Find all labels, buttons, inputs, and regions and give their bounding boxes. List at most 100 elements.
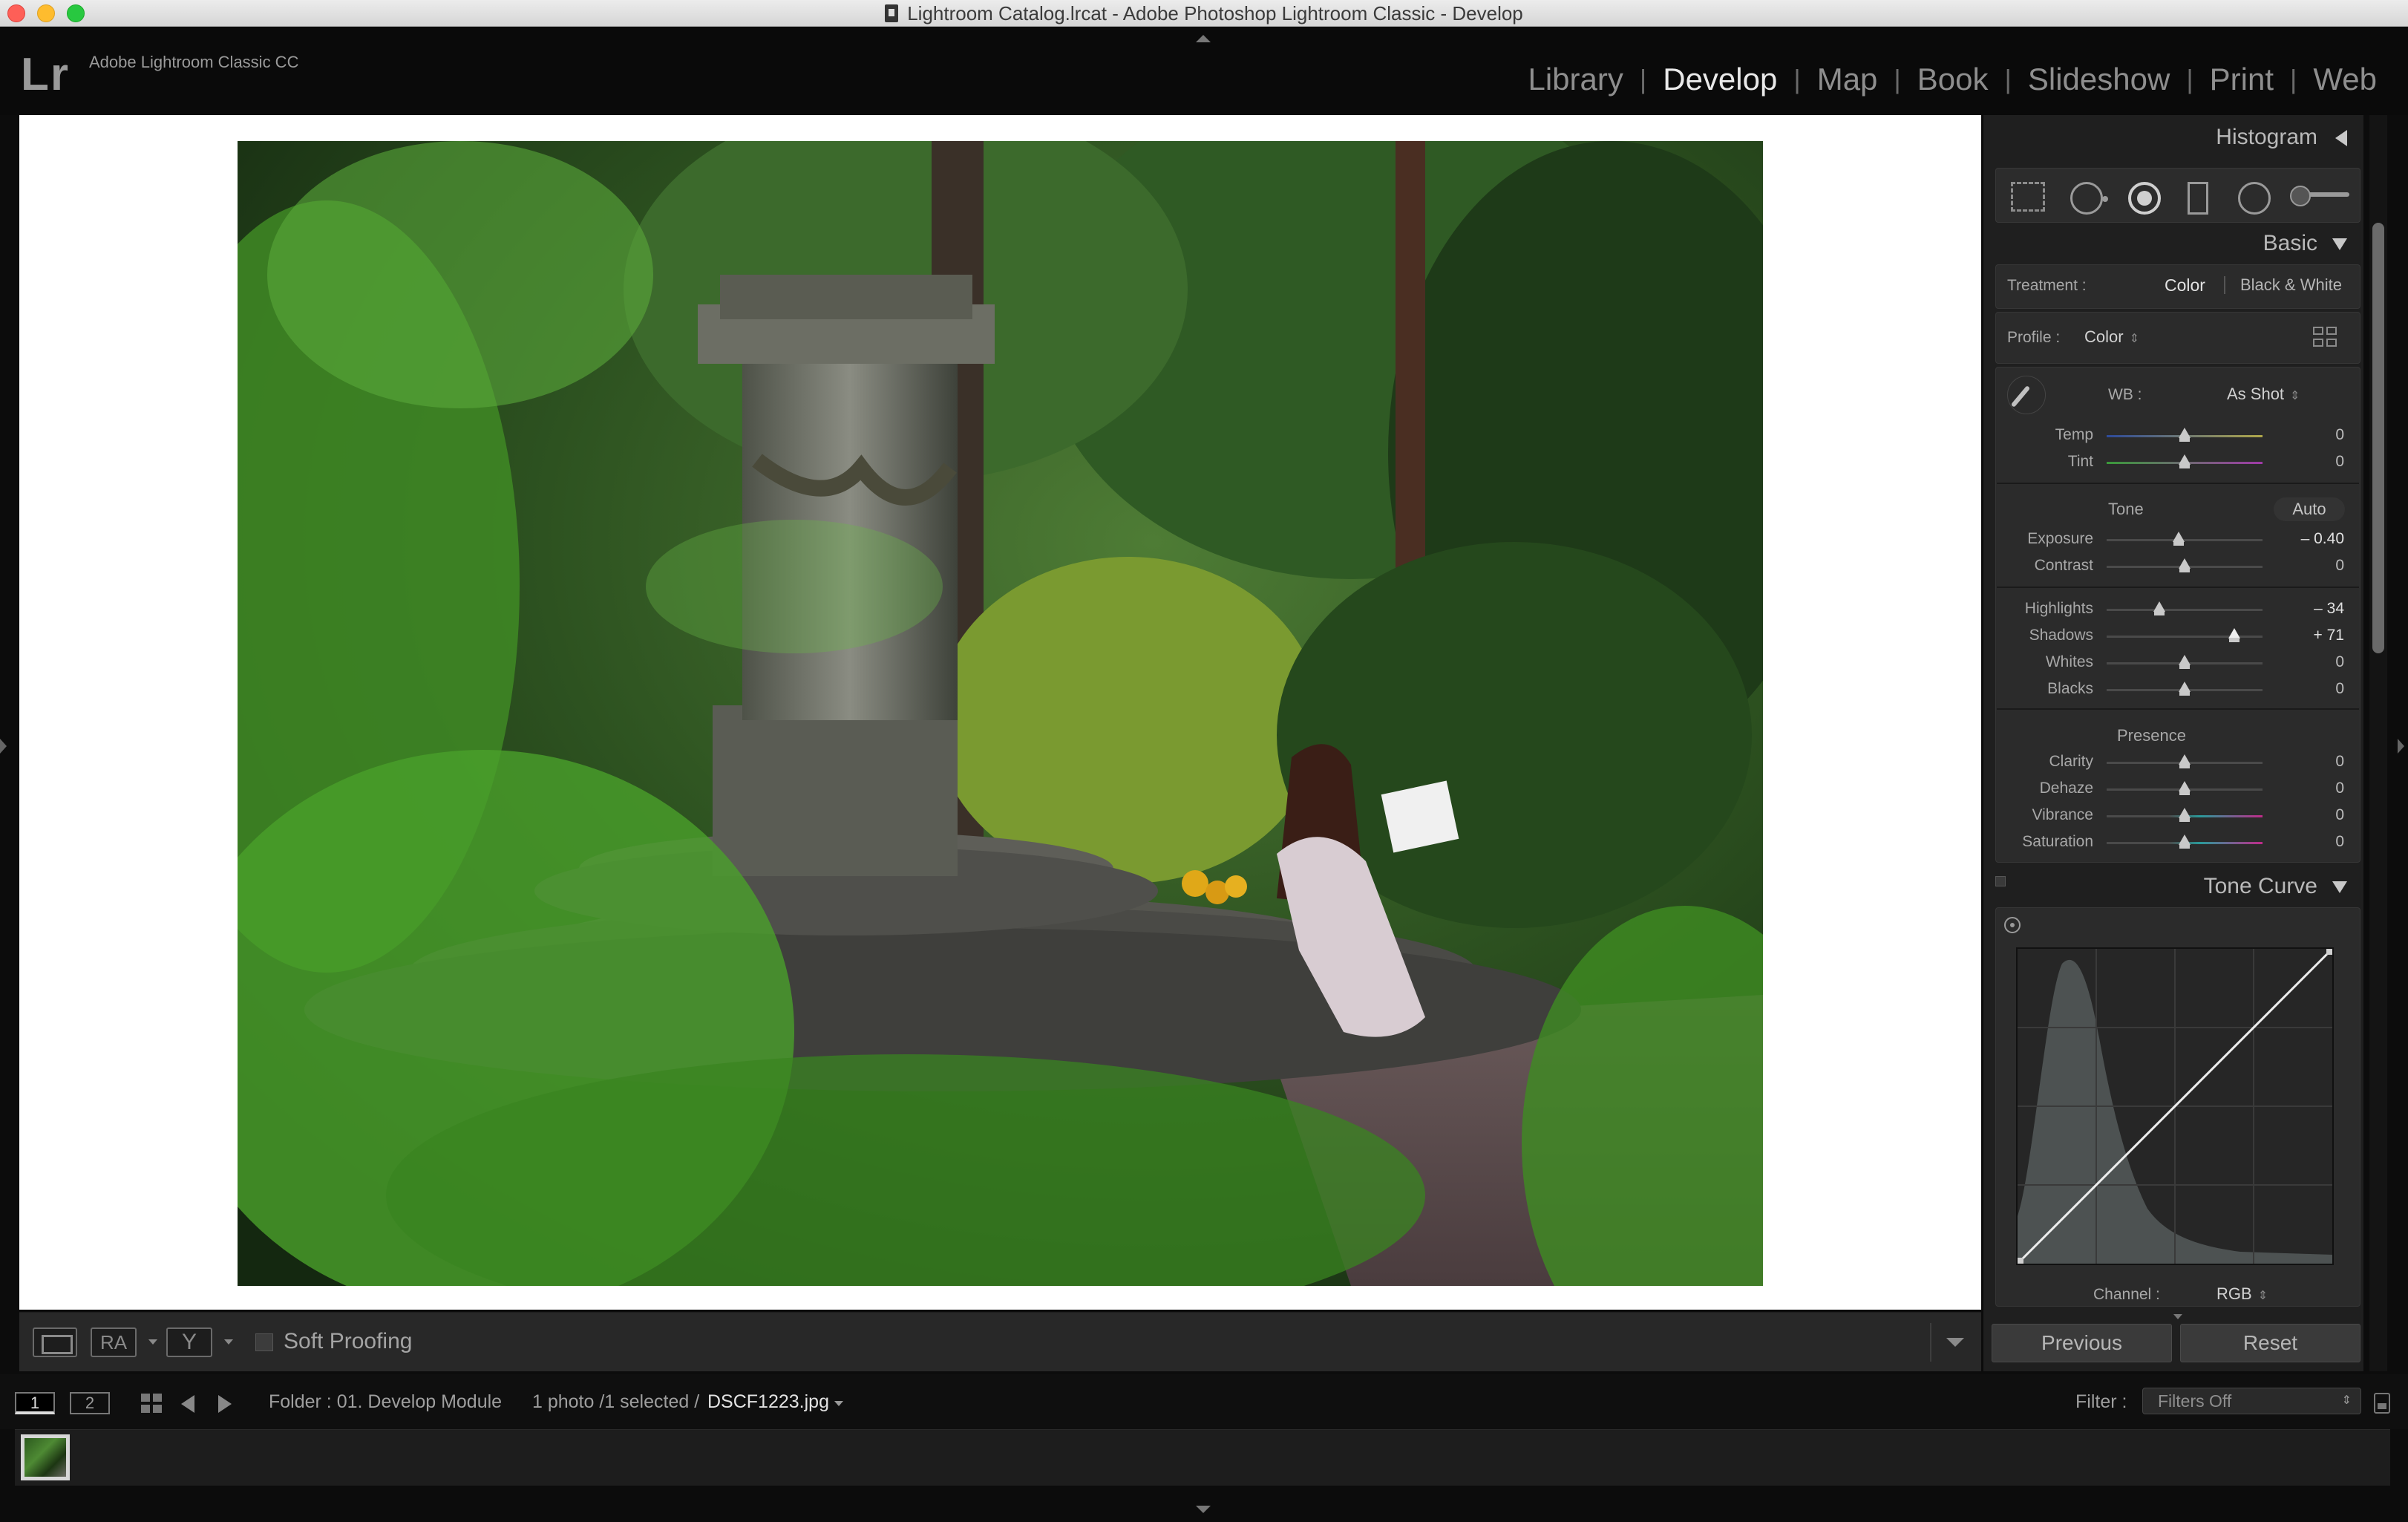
module-separator: | xyxy=(1894,64,1901,94)
channel-select[interactable]: RGB ⇕ xyxy=(2216,1284,2268,1304)
loupe-view-button[interactable] xyxy=(33,1327,77,1357)
soft-proofing-checkbox[interactable] xyxy=(255,1333,273,1351)
contrast-value[interactable]: 0 xyxy=(2285,557,2344,575)
tone-header: Tone xyxy=(2108,500,2144,518)
vibrance-slider-thumb[interactable] xyxy=(2179,808,2191,822)
before-after-split-button[interactable]: Y xyxy=(166,1327,212,1357)
dehaze-slider-thumb[interactable] xyxy=(2179,781,2191,795)
crop-tool-icon[interactable] xyxy=(2011,182,2045,212)
targeted-adjustment-icon[interactable] xyxy=(2004,917,2021,933)
curve-endpoint-black xyxy=(2018,1258,2023,1264)
module-map[interactable]: Map xyxy=(1801,62,1894,97)
collapse-bottom-panel-icon[interactable] xyxy=(1196,1506,1211,1513)
clarity-slider-thumb[interactable] xyxy=(2179,754,2191,768)
tint-slider-thumb[interactable] xyxy=(2179,454,2191,468)
white-balance-eyedropper-icon[interactable] xyxy=(2007,376,2046,414)
saturation-slider-thumb[interactable] xyxy=(2179,835,2191,849)
develop-toolbar: RA Y Soft Proofing xyxy=(19,1312,1981,1371)
collapse-top-panel-icon[interactable] xyxy=(1196,35,1211,42)
exposure-value[interactable]: – 0.40 xyxy=(2285,530,2344,548)
radial-filter-icon[interactable] xyxy=(2238,182,2271,215)
highlights-value[interactable]: – 34 xyxy=(2285,600,2344,618)
temp-slider[interactable] xyxy=(2107,428,2263,442)
temp-slider-thumb[interactable] xyxy=(2179,428,2191,442)
toolbar-divider xyxy=(1930,1323,1931,1362)
treatment-color-option[interactable]: Color xyxy=(2165,275,2205,295)
loupe-viewer[interactable] xyxy=(19,115,1981,1310)
profile-label: Profile : xyxy=(2007,329,2061,346)
wb-select[interactable]: As Shot ⇕ xyxy=(2227,385,2300,404)
back-arrow-icon[interactable] xyxy=(181,1395,194,1413)
whites-slider-thumb[interactable] xyxy=(2179,655,2191,669)
saturation-value[interactable]: 0 xyxy=(2285,833,2344,851)
module-slideshow[interactable]: Slideshow xyxy=(2012,62,2186,97)
blacks-slider[interactable] xyxy=(2107,682,2263,696)
collapse-left-panel-icon[interactable] xyxy=(0,739,7,754)
before-after-dropdown-icon[interactable] xyxy=(148,1339,157,1345)
blacks-slider-thumb[interactable] xyxy=(2179,682,2191,696)
highlights-slider-thumb[interactable] xyxy=(2153,601,2166,615)
grid-view-icon[interactable] xyxy=(141,1394,163,1414)
collapse-histogram-icon[interactable] xyxy=(2335,130,2347,146)
filmstrip-source-folder[interactable]: Folder : 01. Develop Module xyxy=(269,1391,502,1413)
whites-slider[interactable] xyxy=(2107,655,2263,669)
auto-tone-button[interactable]: Auto xyxy=(2274,497,2345,521)
module-print[interactable]: Print xyxy=(2193,62,2290,97)
filmstrip-header: 1 2 Folder : 01. Develop Module 1 photo … xyxy=(0,1374,2408,1429)
tone-curve-header[interactable]: Tone Curve xyxy=(1983,866,2363,907)
highlights-slider[interactable] xyxy=(2107,601,2263,615)
reset-button[interactable]: Reset xyxy=(2180,1324,2360,1362)
split-dropdown-icon[interactable] xyxy=(224,1339,233,1345)
red-eye-icon[interactable] xyxy=(2128,182,2161,215)
vibrance-slider[interactable] xyxy=(2107,808,2263,822)
module-separator: | xyxy=(1639,64,1647,94)
shadows-value[interactable]: + 71 xyxy=(2285,627,2344,644)
adjustment-brush-icon[interactable] xyxy=(2290,186,2349,206)
treatment-bw-option[interactable]: Black & White xyxy=(2240,275,2342,295)
tint-slider[interactable] xyxy=(2107,454,2263,468)
exposure-slider[interactable] xyxy=(2107,532,2263,546)
module-develop[interactable]: Develop xyxy=(1646,62,1793,97)
temp-value[interactable]: 0 xyxy=(2285,426,2344,444)
spot-removal-icon[interactable] xyxy=(2070,182,2108,215)
tone-curve-graph[interactable] xyxy=(2016,947,2334,1265)
graduated-filter-icon[interactable] xyxy=(2188,182,2208,215)
filter-lock-icon[interactable] xyxy=(2374,1393,2390,1414)
saturation-slider[interactable] xyxy=(2107,835,2263,849)
vibrance-value[interactable]: 0 xyxy=(2285,806,2344,824)
right-panel-scrollbar[interactable] xyxy=(2372,223,2384,653)
module-library[interactable]: Library xyxy=(1511,62,1639,97)
contrast-slider[interactable] xyxy=(2107,558,2263,572)
contrast-slider-thumb[interactable] xyxy=(2179,558,2191,572)
basic-header[interactable]: Basic xyxy=(1983,223,2363,264)
collapse-right-panel-icon[interactable] xyxy=(2398,739,2404,754)
filter-select[interactable]: Filters Off ⇕ xyxy=(2142,1388,2361,1414)
profile-select[interactable]: Color ⇕ xyxy=(2084,327,2139,347)
tint-value[interactable]: 0 xyxy=(2285,453,2344,471)
exposure-slider-thumb[interactable] xyxy=(2172,532,2185,546)
collapse-tone-curve-icon[interactable] xyxy=(2332,881,2347,893)
blacks-value[interactable]: 0 xyxy=(2285,680,2344,698)
photo-preview[interactable] xyxy=(238,141,1763,1286)
file-name-dropdown-icon[interactable] xyxy=(834,1401,843,1406)
whites-value[interactable]: 0 xyxy=(2285,653,2344,671)
forward-arrow-icon[interactable] xyxy=(218,1395,232,1413)
module-web[interactable]: Web xyxy=(2297,62,2393,97)
before-after-button[interactable]: RA xyxy=(91,1327,137,1357)
collapse-basic-icon[interactable] xyxy=(2332,238,2347,250)
histogram-header[interactable]: Histogram xyxy=(1983,117,2363,158)
main-window-button[interactable]: 1 xyxy=(15,1392,55,1414)
shadows-slider-thumb[interactable] xyxy=(2228,628,2241,642)
filmstrip-file-name[interactable]: DSCF1223.jpg xyxy=(707,1391,829,1413)
filmstrip-thumbnail[interactable] xyxy=(21,1434,70,1480)
shadows-slider[interactable] xyxy=(2107,628,2263,642)
clarity-value[interactable]: 0 xyxy=(2285,753,2344,771)
dehaze-value[interactable]: 0 xyxy=(2285,780,2344,797)
clarity-slider[interactable] xyxy=(2107,754,2263,768)
previous-button[interactable]: Previous xyxy=(1992,1324,2172,1362)
secondary-window-button[interactable]: 2 xyxy=(70,1392,110,1414)
toolbar-content-menu-icon[interactable] xyxy=(1946,1338,1964,1347)
profile-browser-icon[interactable] xyxy=(2313,327,2340,349)
module-book[interactable]: Book xyxy=(1901,62,2005,97)
dehaze-slider[interactable] xyxy=(2107,781,2263,795)
